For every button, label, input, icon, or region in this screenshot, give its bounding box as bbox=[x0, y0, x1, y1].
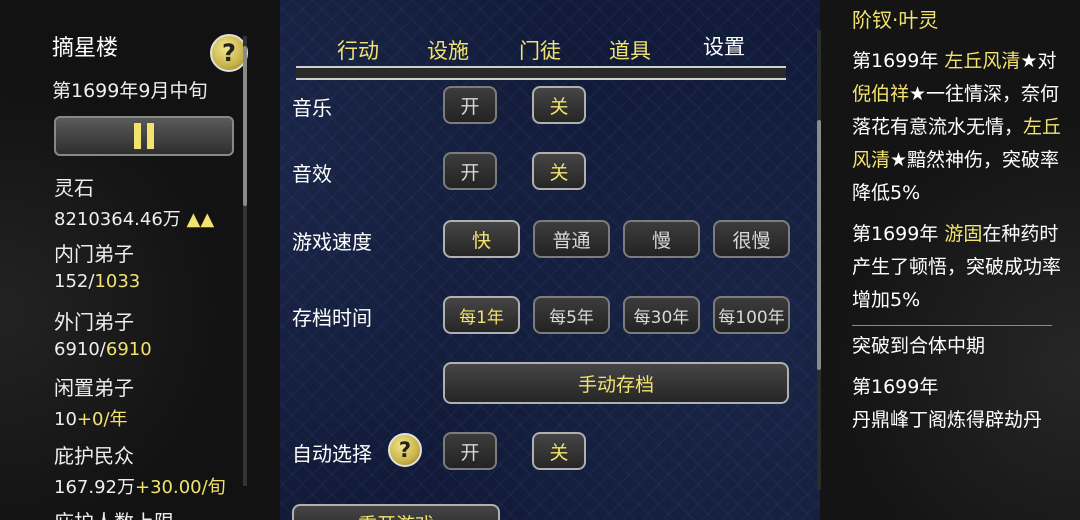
stat-rate: +0/年 bbox=[76, 409, 128, 430]
sect-info-panel: 摘星楼 第1699年9月中旬 ? 灵石 8210364.46万 ▲▲ 内门弟子 … bbox=[52, 30, 252, 520]
sfx-off-button[interactable]: 关 bbox=[532, 152, 586, 190]
stat-protect-limit: 庇护人数上限 bbox=[54, 506, 174, 520]
stat-value: 10 bbox=[54, 409, 77, 430]
game-date: 第1699年9月中旬 bbox=[52, 80, 208, 102]
restart-game-button[interactable]: 重开游戏 bbox=[292, 504, 500, 520]
help-icon[interactable]: ? bbox=[388, 433, 422, 467]
pause-button[interactable] bbox=[54, 116, 234, 156]
stat-value: 8210364.46万 bbox=[54, 209, 181, 230]
stat-protected-people: 庇护民众 167.92万+30.00/旬 bbox=[54, 440, 226, 499]
stat-label: 庇护人数上限 bbox=[54, 506, 174, 520]
speed-fast-button[interactable]: 快 bbox=[443, 220, 520, 258]
stat-label: 内门弟子 bbox=[54, 242, 134, 266]
stat-inner-disciples: 内门弟子 152/1033 bbox=[54, 238, 140, 292]
stat-label: 闲置弟子 bbox=[54, 376, 134, 400]
autosave-5yr-button[interactable]: 每5年 bbox=[533, 296, 610, 334]
tab-facilities[interactable]: 设施 bbox=[404, 28, 492, 72]
speed-very-slow-button[interactable]: 很慢 bbox=[713, 220, 790, 258]
stat-max: 6910 bbox=[105, 339, 152, 360]
character-name[interactable]: 游固 bbox=[944, 223, 982, 245]
auto-select-on-button[interactable]: 开 bbox=[443, 432, 497, 470]
scroll-thumb[interactable] bbox=[243, 46, 247, 206]
autosave-30yr-button[interactable]: 每30年 bbox=[623, 296, 700, 334]
autosave-1yr-button[interactable]: 每1年 bbox=[443, 296, 520, 334]
speed-label: 游戏速度 bbox=[292, 230, 372, 254]
log-entry: 第1699年 丹鼎峰丁阁炼得辟劫丹 bbox=[852, 376, 1043, 431]
stat-value: 6910/ bbox=[54, 339, 106, 360]
log-entry: 第1699年 左丘风清★对倪伯祥★一往情深，奈何落花有意流水无情，左丘风清★黯然… bbox=[852, 50, 1062, 204]
character-name[interactable]: 倪伯祥 bbox=[852, 83, 909, 105]
manual-save-button[interactable]: 手动存档 bbox=[443, 362, 789, 404]
tab-items[interactable]: 道具 bbox=[586, 28, 674, 72]
scroll-thumb[interactable] bbox=[817, 120, 821, 370]
character-name[interactable]: 左丘风清 bbox=[944, 50, 1020, 72]
stat-value: 152/ bbox=[54, 271, 95, 292]
sfx-label: 音效 bbox=[292, 162, 332, 186]
stat-rate: +30.00/旬 bbox=[134, 477, 226, 498]
log-entry: 第1699年 游固在种药时产生了顿悟，突破成功率增加5% bbox=[852, 223, 1062, 311]
sfx-on-button[interactable]: 开 bbox=[443, 152, 497, 190]
log-divider bbox=[852, 325, 1052, 326]
music-on-button[interactable]: 开 bbox=[443, 86, 497, 124]
speed-normal-button[interactable]: 普通 bbox=[533, 220, 610, 258]
log-entry: 突破到合体中期 bbox=[852, 335, 986, 357]
auto-select-label: 自动选择 bbox=[292, 442, 372, 466]
pause-icon bbox=[134, 123, 154, 149]
auto-select-off-button[interactable]: 关 bbox=[532, 432, 586, 470]
stat-value: 167.92万 bbox=[54, 477, 135, 498]
tab-disciples[interactable]: 门徒 bbox=[496, 28, 584, 72]
increase-arrows-icon: ▲▲ bbox=[186, 209, 215, 230]
event-log-panel: 阶钗·叶灵 第1699年 左丘风清★对倪伯祥★一往情深，奈何落花有意流水无情，左… bbox=[852, 4, 1062, 437]
stat-max: 1033 bbox=[94, 271, 141, 292]
autosave-100yr-button[interactable]: 每100年 bbox=[713, 296, 790, 334]
speed-slow-button[interactable]: 慢 bbox=[623, 220, 700, 258]
stat-label: 庇护民众 bbox=[54, 444, 134, 468]
tab-bar: 行动 设施 门徒 道具 设置 bbox=[296, 8, 786, 80]
settings-scrollbar[interactable] bbox=[817, 30, 821, 490]
stat-label: 灵石 bbox=[54, 176, 94, 200]
stat-outer-disciples: 外门弟子 6910/6910 bbox=[54, 306, 152, 360]
log-title: 阶钗·叶灵 bbox=[852, 8, 939, 32]
stat-spirit-stones: 灵石 8210364.46万 ▲▲ bbox=[54, 172, 214, 231]
music-label: 音乐 bbox=[292, 96, 332, 120]
stat-idle-disciples: 闲置弟子 10+0/年 bbox=[54, 372, 134, 431]
tab-actions[interactable]: 行动 bbox=[314, 28, 402, 72]
left-scrollbar[interactable] bbox=[243, 36, 247, 486]
tab-settings[interactable]: 设置 bbox=[680, 20, 768, 72]
autosave-label: 存档时间 bbox=[292, 306, 372, 330]
stat-label: 外门弟子 bbox=[54, 310, 134, 334]
music-off-button[interactable]: 关 bbox=[532, 86, 586, 124]
